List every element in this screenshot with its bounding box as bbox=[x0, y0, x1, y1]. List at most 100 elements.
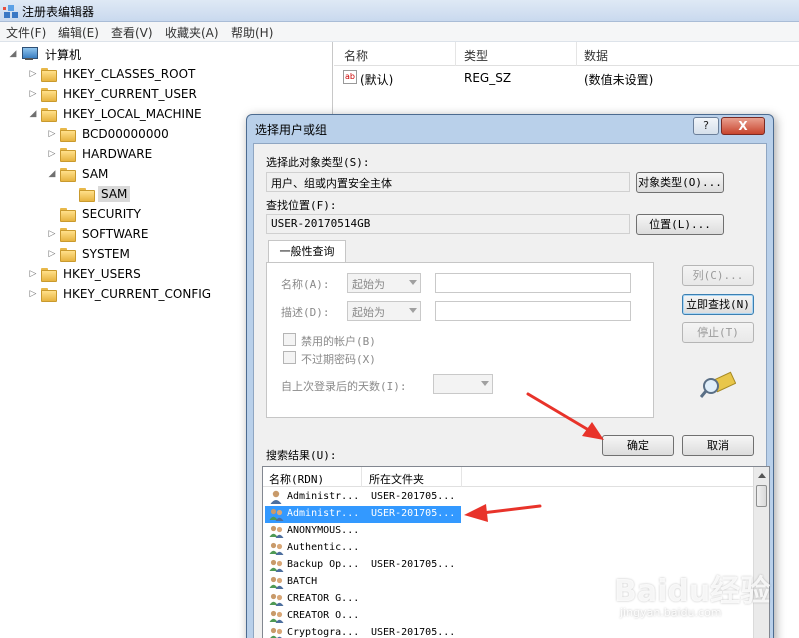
tree-label-selected: SAM bbox=[98, 186, 131, 202]
tree-node-hkcu[interactable]: ▷ HKEY_CURRENT_USER bbox=[28, 84, 200, 104]
folder-icon bbox=[60, 247, 76, 262]
menu-edit[interactable]: 编辑(E) bbox=[58, 24, 99, 41]
tree-node-computer[interactable]: ◢ 计算机 bbox=[8, 44, 84, 64]
cancel-button[interactable]: 取消 bbox=[682, 435, 754, 456]
tab-common-queries[interactable]: 一般性查询 bbox=[268, 240, 346, 263]
collapse-arrow-icon[interactable]: ◢ bbox=[47, 169, 57, 179]
scroll-thumb[interactable] bbox=[756, 485, 767, 507]
folder-icon bbox=[41, 287, 57, 302]
annotation-arrow-icon bbox=[464, 504, 542, 522]
tree-label: HKEY_USERS bbox=[63, 267, 141, 281]
days-since-logon-select[interactable] bbox=[433, 374, 493, 394]
desc-condition-select[interactable]: 起始为 bbox=[347, 301, 421, 321]
folder-icon bbox=[60, 227, 76, 242]
no-expire-label: 不过期密码(X) bbox=[301, 353, 376, 366]
annotation-arrow-icon bbox=[526, 392, 604, 440]
name-condition-select[interactable]: 起始为 bbox=[347, 273, 421, 293]
column-divider[interactable] bbox=[576, 42, 577, 66]
close-button[interactable]: X bbox=[721, 117, 765, 135]
column-divider[interactable] bbox=[461, 467, 462, 487]
collapse-arrow-icon[interactable]: ◢ bbox=[28, 109, 38, 119]
name-query-label: 名称(A): bbox=[281, 278, 330, 291]
expand-arrow-icon[interactable]: ▷ bbox=[28, 69, 38, 79]
registry-editor-icon bbox=[3, 5, 18, 18]
dropdown-arrow-icon bbox=[409, 280, 417, 285]
stop-button[interactable]: 停止(T) bbox=[682, 322, 754, 343]
list-item[interactable]: ab (默认) REG_SZ (数值未设置) bbox=[334, 68, 799, 88]
result-folder: USER-201705... bbox=[371, 491, 456, 502]
group-icon bbox=[269, 541, 284, 556]
menu-file[interactable]: 文件(F) bbox=[6, 24, 46, 41]
expand-arrow-icon[interactable]: ▷ bbox=[47, 149, 57, 159]
expand-arrow-icon[interactable]: ▷ bbox=[47, 129, 57, 139]
result-folder: USER-201705... bbox=[371, 627, 456, 638]
group-icon bbox=[269, 575, 284, 590]
results-header: 名称(RDN) 所在文件夹 bbox=[263, 467, 755, 487]
find-now-button[interactable]: 立即查找(N) bbox=[682, 294, 754, 315]
expand-arrow-icon[interactable]: ▷ bbox=[47, 249, 57, 259]
group-icon bbox=[269, 558, 284, 573]
desc-query-input[interactable] bbox=[435, 301, 631, 321]
ok-button[interactable]: 确定 bbox=[602, 435, 674, 456]
column-name[interactable]: 名称 bbox=[344, 47, 368, 64]
menu-help[interactable]: 帮助(H) bbox=[231, 24, 273, 41]
column-type[interactable]: 类型 bbox=[464, 47, 488, 64]
menu-view[interactable]: 查看(V) bbox=[111, 24, 153, 41]
column-divider[interactable] bbox=[361, 467, 362, 487]
folder-icon bbox=[41, 267, 57, 282]
column-rdn-name[interactable]: 名称(RDN) bbox=[269, 471, 324, 487]
group-icon bbox=[269, 626, 284, 638]
name-condition-value: 起始为 bbox=[352, 278, 385, 291]
folder-icon bbox=[60, 127, 76, 142]
tree-node-bcd[interactable]: ▷ BCD00000000 bbox=[47, 124, 172, 144]
column-folder[interactable]: 所在文件夹 bbox=[369, 471, 424, 487]
result-name: CREATOR G... bbox=[287, 593, 360, 604]
user-icon bbox=[269, 490, 284, 505]
menu-favorites[interactable]: 收藏夹(A) bbox=[165, 24, 219, 41]
expand-arrow-icon[interactable]: ▷ bbox=[28, 289, 38, 299]
tree-node-system[interactable]: ▷ SYSTEM bbox=[47, 244, 133, 264]
tree-node-hklm[interactable]: ◢ HKEY_LOCAL_MACHINE bbox=[28, 104, 205, 124]
result-row[interactable]: Cryptogra... USER-201705... bbox=[263, 625, 763, 638]
location-field: USER-20170514GB bbox=[266, 214, 630, 234]
tree-node-software[interactable]: ▷ SOFTWARE bbox=[47, 224, 151, 244]
result-name: CREATOR O... bbox=[287, 610, 360, 621]
expand-arrow-icon[interactable]: ▷ bbox=[28, 89, 38, 99]
list-header: 名称 类型 数据 bbox=[334, 42, 799, 66]
no-expire-checkbox[interactable] bbox=[283, 351, 296, 364]
locations-button[interactable]: 位置(L)... bbox=[636, 214, 724, 235]
tree-node-security[interactable]: SECURITY bbox=[47, 204, 144, 224]
string-value-icon: ab bbox=[343, 70, 357, 84]
days-since-logon-label: 自上次登录后的天数(I): bbox=[281, 380, 407, 393]
results-scrollbar[interactable] bbox=[753, 467, 769, 638]
collapse-arrow-icon[interactable]: ◢ bbox=[8, 49, 18, 59]
dropdown-arrow-icon bbox=[409, 308, 417, 313]
folder-icon bbox=[60, 167, 76, 182]
dialog-title: 选择用户或组 bbox=[255, 123, 328, 137]
tree-label: SAM bbox=[82, 167, 109, 181]
tree-node-sam-sam[interactable]: SAM bbox=[66, 184, 131, 204]
expand-arrow-icon[interactable]: ▷ bbox=[47, 229, 57, 239]
help-button[interactable]: ? bbox=[693, 117, 719, 135]
location-label: 查找位置(F): bbox=[266, 199, 337, 212]
tree-node-hardware[interactable]: ▷ HARDWARE bbox=[47, 144, 155, 164]
result-name: Backup Op... bbox=[287, 559, 360, 570]
expand-arrow-icon[interactable]: ▷ bbox=[28, 269, 38, 279]
disabled-accounts-checkbox[interactable] bbox=[283, 333, 296, 346]
column-divider[interactable] bbox=[455, 42, 456, 66]
tree-node-hkcr[interactable]: ▷ HKEY_CLASSES_ROOT bbox=[28, 64, 198, 84]
group-icon bbox=[269, 609, 284, 624]
name-query-input[interactable] bbox=[435, 273, 631, 293]
scroll-up-arrow-icon[interactable] bbox=[758, 473, 766, 478]
tree-node-hku[interactable]: ▷ HKEY_USERS bbox=[28, 264, 144, 284]
result-row[interactable]: Authentic... bbox=[263, 540, 763, 557]
tree-node-hkcc[interactable]: ▷ HKEY_CURRENT_CONFIG bbox=[28, 284, 214, 304]
tree-node-sam[interactable]: ◢ SAM bbox=[47, 164, 111, 184]
registry-title-bar[interactable]: 注册表编辑器 bbox=[0, 0, 799, 22]
value-name: (默认) bbox=[360, 73, 394, 87]
columns-button[interactable]: 列(C)... bbox=[682, 265, 754, 286]
column-data[interactable]: 数据 bbox=[584, 47, 608, 64]
tree-label: 计算机 bbox=[45, 47, 82, 62]
object-types-button[interactable]: 对象类型(O)... bbox=[636, 172, 724, 193]
tree-label: SECURITY bbox=[82, 207, 141, 221]
